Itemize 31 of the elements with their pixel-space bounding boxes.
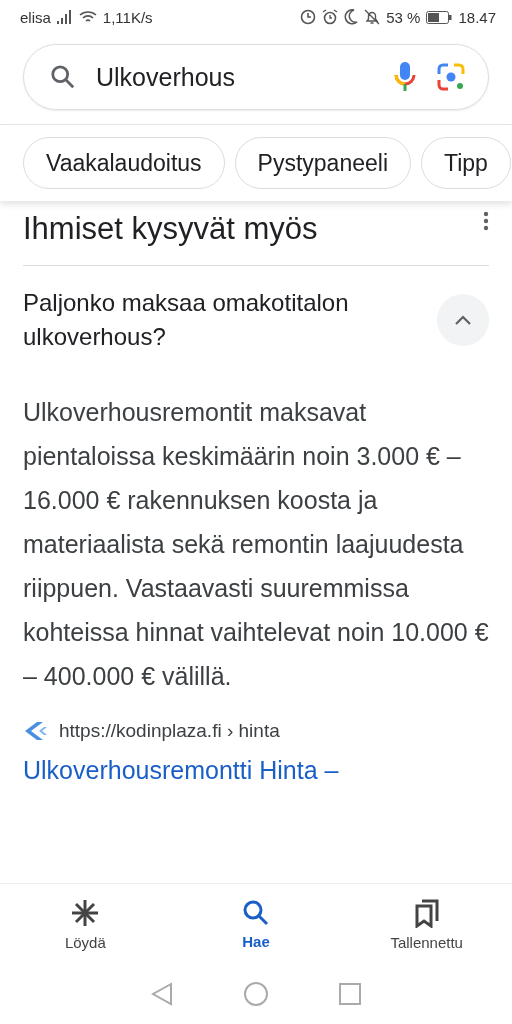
section-heading: Ihmiset kysyvät myös xyxy=(23,211,318,247)
bell-off-icon xyxy=(364,9,381,25)
network-speed: 1,11K/s xyxy=(102,8,153,26)
alarm-icon xyxy=(322,9,339,25)
filter-chip[interactable]: Pystypaneeli xyxy=(234,137,411,189)
wifi-icon xyxy=(78,10,97,24)
search-icon xyxy=(50,64,76,90)
filter-chip[interactable]: Tipp xyxy=(421,137,511,189)
home-icon[interactable] xyxy=(243,981,269,1007)
back-icon[interactable] xyxy=(151,982,173,1006)
microphone-icon[interactable] xyxy=(394,61,416,93)
search-icon xyxy=(242,898,270,927)
carrier-name: elisa xyxy=(20,8,51,26)
asterisk-icon xyxy=(70,897,101,928)
more-options-icon[interactable] xyxy=(483,211,489,231)
moon-icon xyxy=(344,9,359,25)
site-logo-icon xyxy=(23,721,47,741)
filter-chip[interactable]: Vaakalaudoitus xyxy=(23,137,225,189)
battery-icon xyxy=(426,10,453,24)
recents-icon[interactable] xyxy=(339,983,361,1005)
answer-text: Ulkoverhousremontit maksavat pientaloissa keskimäärin noin 3.000 € – 16.000 € rakennuksen koosta ja materiaalista sekä remontin laajuudesta riippuen. Vastaavasti suuremmissa kohteissa hinnat vaihtelevat noin 10.000 € – 400.000 € välillä. xyxy=(23,397,489,692)
collapse-button[interactable] xyxy=(437,294,489,346)
signal-icon xyxy=(56,10,73,24)
clock-icon xyxy=(300,9,317,25)
clock-time: 18.47 xyxy=(458,8,496,26)
chevron-icon xyxy=(454,314,472,326)
battery-percent: 53 % xyxy=(386,8,421,26)
source-url: https://kodinplaza.fi › hinta xyxy=(59,720,280,742)
result-link[interactable]: Ulkoverhousremontti Hinta – xyxy=(23,756,489,785)
question-text: Paljonko maksaa omakotitalon ulkoverhous? xyxy=(23,288,350,352)
camera-lens-icon[interactable] xyxy=(436,62,466,92)
